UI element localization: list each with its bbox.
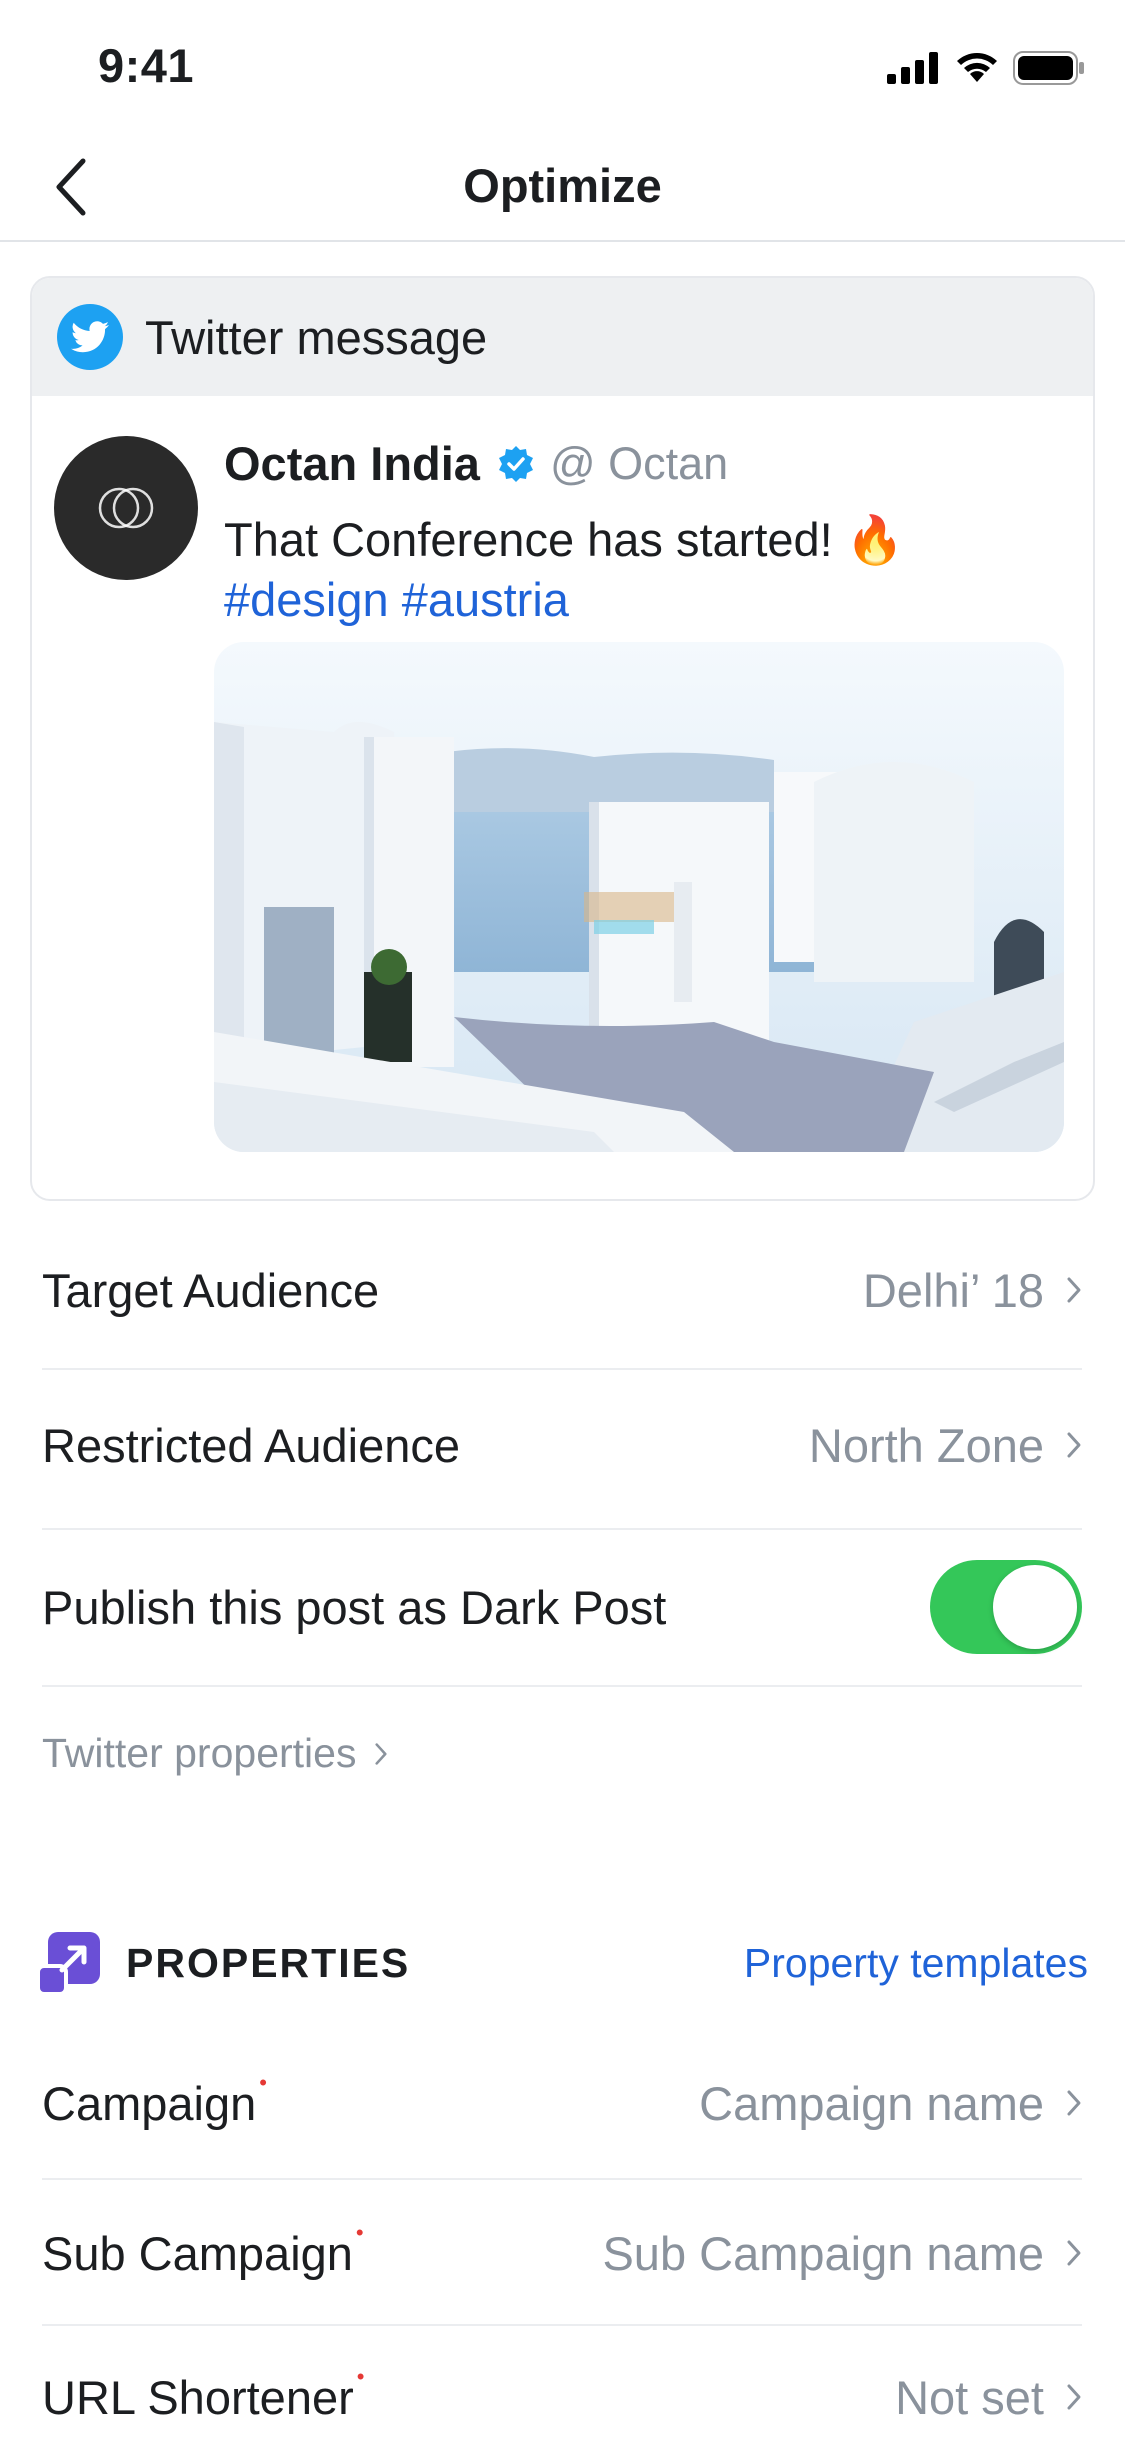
sub-campaign-label-group: Sub Campaign • bbox=[42, 2220, 364, 2281]
sub-campaign-label: Sub Campaign bbox=[42, 2226, 353, 2280]
url-shortener-label-group: URL Shortener • bbox=[42, 2364, 364, 2425]
wifi-icon bbox=[957, 53, 997, 82]
restricted-audience-row[interactable]: Restricted Audience North Zone bbox=[42, 1400, 1082, 1490]
target-audience-value: Delhi’ 18 bbox=[862, 1263, 1044, 1317]
battery-icon bbox=[1013, 51, 1084, 85]
url-shortener-row[interactable]: URL Shortener • Not set bbox=[42, 2352, 1082, 2442]
properties-title: PROPERTIES bbox=[126, 1939, 411, 1986]
required-marker: • bbox=[356, 2363, 365, 2389]
card-header: Twitter message bbox=[32, 278, 1093, 396]
restricted-audience-value-group: North Zone bbox=[809, 1418, 1082, 1473]
campaign-label-group: Campaign • bbox=[42, 2070, 267, 2131]
twitter-message-card[interactable]: Twitter message Octan India @ Octan That… bbox=[30, 276, 1095, 1201]
octan-logo-icon bbox=[98, 487, 154, 529]
target-audience-label: Target Audience bbox=[42, 1263, 380, 1317]
author-name: Octan India bbox=[224, 437, 480, 490]
property-templates-link[interactable]: Property templates bbox=[744, 1940, 1088, 1987]
dark-post-toggle[interactable] bbox=[930, 1560, 1082, 1654]
avatar bbox=[54, 436, 198, 580]
dark-post-row: Publish this post as Dark Post bbox=[42, 1560, 1082, 1654]
campaign-row[interactable]: Campaign • Campaign name bbox=[42, 2058, 1082, 2148]
chevron-right-icon bbox=[1067, 2384, 1081, 2410]
url-shortener-value: Not set bbox=[895, 2370, 1044, 2424]
tweet-body: That Conference has started! 🔥 bbox=[224, 513, 905, 566]
sub-campaign-value-group: Sub Campaign name bbox=[602, 2226, 1082, 2281]
sub-campaign-row[interactable]: Sub Campaign • Sub Campaign name bbox=[42, 2208, 1082, 2298]
url-shortener-label: URL Shortener bbox=[42, 2370, 354, 2424]
restricted-audience-label: Restricted Audience bbox=[42, 1418, 461, 1472]
dark-post-label: Publish this post as Dark Post bbox=[42, 1580, 667, 1634]
divider bbox=[42, 1528, 1082, 1530]
required-marker: • bbox=[259, 2069, 267, 2095]
required-marker: • bbox=[355, 2219, 364, 2245]
properties-icon bbox=[38, 1932, 100, 1994]
target-audience-value-group: Delhi’ 18 bbox=[863, 1263, 1082, 1318]
tweet-text: That Conference has started! 🔥 #design #… bbox=[224, 510, 1064, 630]
sub-campaign-value: Sub Campaign name bbox=[602, 2226, 1044, 2280]
chevron-right-icon bbox=[375, 1742, 388, 1765]
twitter-properties-link[interactable]: Twitter properties bbox=[42, 1730, 388, 1777]
divider bbox=[42, 2324, 1082, 2326]
twitter-bird-icon bbox=[57, 304, 123, 370]
restricted-audience-value: North Zone bbox=[808, 1418, 1044, 1472]
chevron-right-icon bbox=[1067, 1277, 1081, 1303]
url-shortener-value-group: Not set bbox=[895, 2370, 1082, 2425]
page-title: Optimize bbox=[463, 159, 662, 212]
properties-header: PROPERTIES Property templates bbox=[38, 1932, 1088, 1994]
signal-icon bbox=[887, 52, 938, 84]
status-time: 9:41 bbox=[98, 39, 195, 92]
campaign-label: Campaign bbox=[42, 2076, 257, 2130]
author-handle: @ Octan bbox=[549, 437, 729, 489]
divider bbox=[42, 1685, 1082, 1687]
campaign-value-group: Campaign name bbox=[699, 2076, 1082, 2131]
divider bbox=[42, 2178, 1082, 2180]
target-audience-row[interactable]: Target Audience Delhi’ 18 bbox=[42, 1245, 1082, 1335]
chevron-right-icon bbox=[1067, 2090, 1081, 2116]
chevron-right-icon bbox=[1067, 2240, 1081, 2266]
status-bar: 9:41 bbox=[0, 0, 1125, 132]
author-row: Octan India @ Octan bbox=[224, 436, 728, 491]
divider bbox=[42, 1368, 1082, 1370]
status-icons bbox=[887, 48, 1085, 88]
navigation-bar: Optimize bbox=[0, 132, 1125, 242]
tweet-hashtags[interactable]: #design #austria bbox=[224, 570, 1064, 630]
card-header-label: Twitter message bbox=[145, 310, 488, 364]
toggle-knob bbox=[993, 1565, 1077, 1649]
campaign-value: Campaign name bbox=[699, 2076, 1044, 2130]
twitter-properties-label: Twitter properties bbox=[42, 1730, 357, 1776]
chevron-right-icon bbox=[1067, 1432, 1081, 1458]
verified-icon bbox=[498, 445, 533, 482]
tweet-image[interactable] bbox=[214, 642, 1064, 1152]
